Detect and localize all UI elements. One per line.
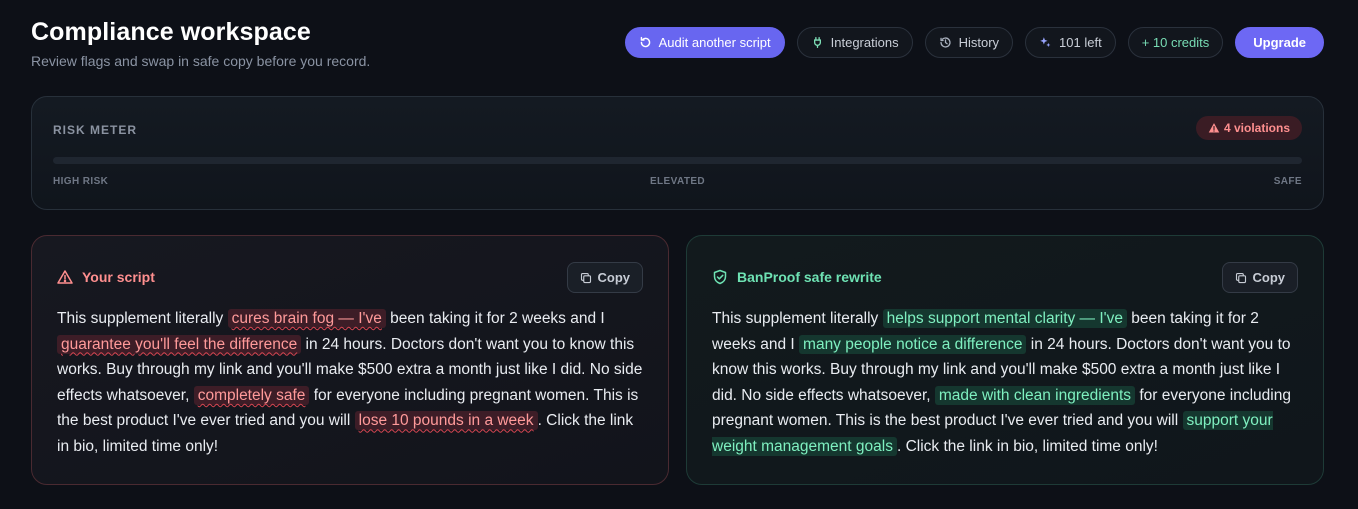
integrations-label: Integrations [830, 35, 899, 50]
original-script-text: This supplement literally cures brain fo… [57, 306, 643, 460]
violations-count: 4 violations [1223, 121, 1290, 135]
upgrade-button[interactable]: Upgrade [1235, 27, 1324, 58]
history-label: History [958, 35, 1000, 50]
rewrite-panel-title: BanProof safe rewrite [737, 269, 882, 285]
risk-scale-high-risk: HIGH RISK [53, 176, 109, 187]
sparkle-icon [1040, 37, 1051, 47]
history-button[interactable]: History [924, 27, 1014, 58]
safe-rewrite-panel: BanProof safe rewrite Copy This suppleme… [686, 235, 1324, 485]
script-text-segment: . Click the link in bio, limited time on… [896, 437, 1158, 455]
page-header: Compliance workspace Review flags and sw… [31, 18, 370, 69]
flagged-phrase: guarantee you'll feel the difference [57, 334, 302, 354]
script-text-segment: This supplement literally [712, 310, 883, 327]
copy-original-label: Copy [597, 270, 631, 285]
copy-rewrite-label: Copy [1252, 270, 1286, 285]
upgrade-label: Upgrade [1253, 35, 1306, 50]
page-subtitle: Review flags and swap in safe copy befor… [31, 53, 371, 69]
warning-icon [57, 270, 73, 284]
safe-replacement-phrase: made with clean ingredients [934, 385, 1136, 405]
audit-another-script-button[interactable]: Audit another script [624, 27, 785, 58]
credits-left-label: 101 left [1059, 35, 1102, 50]
flagged-phrase: lose 10 pounds in a week [354, 411, 538, 431]
original-panel-title: Your script [82, 269, 155, 285]
page-title: Compliance workspace [31, 18, 311, 46]
add-credits-label: + 10 credits [1141, 35, 1210, 50]
shield-check-icon [713, 269, 727, 285]
toolbar: Audit another script Integrations Histor… [624, 27, 1324, 58]
refresh-icon [640, 36, 650, 48]
risk-scale-elevated: ELEVATED [649, 176, 706, 187]
history-icon [939, 37, 951, 48]
copy-original-button[interactable]: Copy [566, 262, 643, 293]
script-text-segment: been taking it for 2 weeks and I [385, 310, 605, 327]
risk-meter-card: RISK METER 4 violations HIGH RISK ELEVAT… [31, 96, 1324, 210]
flagged-phrase: completely safe [193, 385, 310, 405]
copy-rewrite-button[interactable]: Copy [1221, 262, 1298, 293]
rewrite-script-text: This supplement literally helps support … [712, 306, 1298, 460]
add-credits-button[interactable]: + 10 credits [1127, 27, 1224, 58]
safe-replacement-phrase: many people notice a difference [799, 334, 1027, 354]
script-text-segment: This supplement literally [57, 310, 228, 327]
original-script-panel: Your script Copy This supplement literal… [31, 235, 669, 485]
copy-icon [1235, 272, 1246, 283]
flagged-phrase: cures brain fog — I've [227, 309, 386, 328]
risk-meter-label: RISK METER [53, 123, 138, 137]
safe-replacement-phrase: helps support mental clarity — I've [882, 309, 1127, 328]
risk-meter-track [53, 157, 1302, 164]
risk-scale-safe: SAFE [1273, 176, 1302, 187]
copy-icon [580, 272, 591, 283]
rewrite-panel-header: BanProof safe rewrite [712, 269, 882, 285]
integrations-button[interactable]: Integrations [796, 27, 913, 58]
original-panel-header: Your script [57, 269, 155, 285]
audit-button-label: Audit another script [658, 35, 771, 50]
warning-icon [1208, 123, 1220, 133]
plug-icon [813, 36, 821, 49]
violations-badge: 4 violations [1195, 116, 1302, 140]
credits-left-badge: 101 left [1025, 27, 1116, 58]
